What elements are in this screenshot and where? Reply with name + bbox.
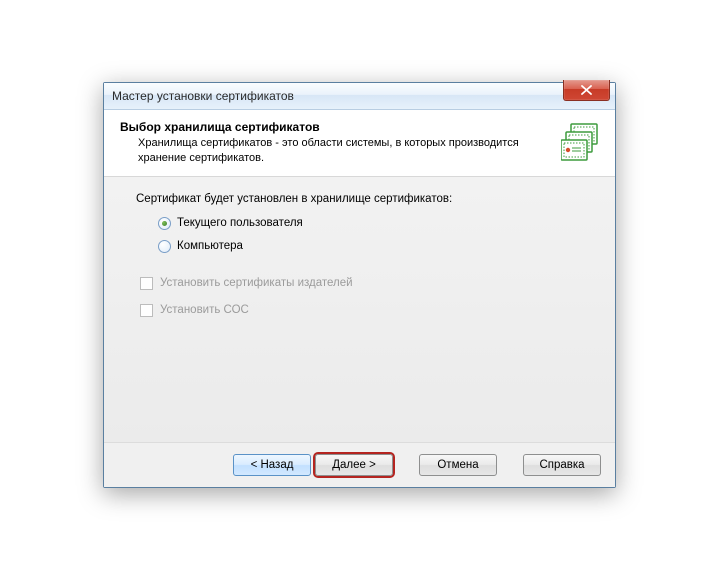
button-label: Справка <box>539 459 584 471</box>
button-label: < Назад <box>251 459 294 471</box>
titlebar[interactable]: Мастер установки сертификатов <box>104 83 615 110</box>
radio-current-user[interactable]: Текущего пользователя <box>158 217 591 230</box>
close-button[interactable] <box>563 80 610 101</box>
checkbox-label: Установить сертификаты издателей <box>160 277 353 289</box>
header-title: Выбор хранилища сертификатов <box>120 120 551 134</box>
checkbox-icon <box>140 304 153 317</box>
checkbox-icon <box>140 277 153 290</box>
close-icon <box>581 85 592 95</box>
store-location-group: Текущего пользователя Компьютера <box>158 217 591 253</box>
help-button[interactable]: Справка <box>523 454 601 476</box>
radio-label: Текущего пользователя <box>177 217 303 229</box>
window-title: Мастер установки сертификатов <box>112 89 294 103</box>
certificate-store-icon <box>561 122 601 162</box>
instruction-text: Сертификат будет установлен в хранилище … <box>136 193 591 205</box>
back-button[interactable]: < Назад <box>233 454 311 476</box>
next-button[interactable]: Далее > <box>315 454 393 476</box>
radio-icon <box>158 217 171 230</box>
wizard-body: Сертификат будет установлен в хранилище … <box>104 177 615 442</box>
cancel-button[interactable]: Отмена <box>419 454 497 476</box>
radio-icon <box>158 240 171 253</box>
checkbox-install-crl: Установить СОС <box>140 304 591 317</box>
wizard-button-bar: < Назад Далее > Отмена Справка <box>104 442 615 487</box>
header-description: Хранилища сертификатов - это области сис… <box>138 136 551 166</box>
radio-label: Компьютера <box>177 240 243 252</box>
radio-computer[interactable]: Компьютера <box>158 240 591 253</box>
checkbox-install-publishers: Установить сертификаты издателей <box>140 277 591 290</box>
button-label: Отмена <box>437 459 478 471</box>
certificate-wizard-dialog: Мастер установки сертификатов Выбор хран… <box>103 82 616 488</box>
checkbox-label: Установить СОС <box>160 304 249 316</box>
button-label: Далее > <box>332 459 376 471</box>
wizard-header: Выбор хранилища сертификатов Хранилища с… <box>104 110 615 177</box>
